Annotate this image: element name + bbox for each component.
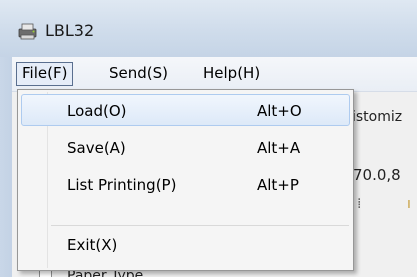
- customize-tab-fragment[interactable]: istomiz: [352, 109, 402, 125]
- window-frame-left: [0, 57, 12, 277]
- background-glyph: ⁞: [357, 196, 362, 212]
- menu-help[interactable]: Help(H): [198, 62, 265, 84]
- menu-item-save-shortcut: Alt+A: [257, 139, 301, 157]
- menu-separator: [51, 225, 349, 226]
- file-menu-dropdown: Load(O) Alt+O Save(A) Alt+A List Printin…: [17, 89, 354, 271]
- background-mark: ı: [407, 196, 411, 212]
- printer-app-icon: [18, 23, 37, 40]
- menu-item-load-shortcut: Alt+O: [257, 102, 302, 120]
- menu-item-exit-label: Exit(X): [67, 236, 118, 254]
- menu-item-list-printing-label: List Printing(P): [67, 176, 177, 194]
- title-bar[interactable]: LBL32: [0, 0, 417, 57]
- menu-send[interactable]: Send(S): [104, 62, 173, 84]
- value-field-fragment: 70.0,8: [353, 166, 401, 184]
- app-window: LBL32 File(F) Send(S) Help(H) istomiz 70…: [0, 0, 417, 277]
- menu-item-exit[interactable]: Exit(X): [21, 229, 350, 261]
- menu-file[interactable]: File(F): [16, 62, 74, 86]
- menu-item-save[interactable]: Save(A) Alt+A: [21, 132, 350, 164]
- window-title: LBL32: [45, 21, 95, 40]
- menu-item-load-label: Load(O): [67, 102, 127, 120]
- paper-type-checkbox[interactable]: [39, 270, 52, 277]
- menu-item-list-printing-shortcut: Alt+P: [257, 176, 299, 194]
- menu-item-save-label: Save(A): [67, 139, 126, 157]
- menu-bar: File(F) Send(S) Help(H): [12, 57, 417, 92]
- menu-item-load[interactable]: Load(O) Alt+O: [21, 94, 350, 126]
- menu-item-list-printing[interactable]: List Printing(P) Alt+P: [21, 169, 350, 201]
